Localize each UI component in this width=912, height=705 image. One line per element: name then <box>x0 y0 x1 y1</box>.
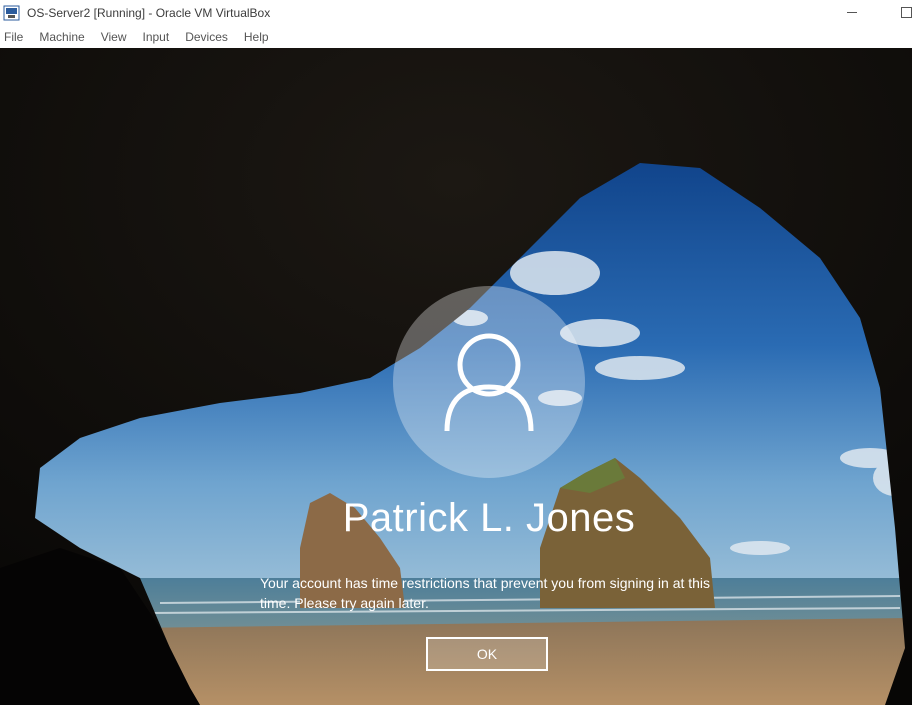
maximize-button[interactable] <box>874 0 912 25</box>
user-icon <box>444 333 534 432</box>
menu-help[interactable]: Help <box>240 30 277 44</box>
virtualbox-icon <box>3 4 21 22</box>
title-bar: OS-Server2 [Running] - Oracle VM Virtual… <box>0 0 912 25</box>
minimize-button[interactable] <box>830 0 874 25</box>
user-name: Patrick L. Jones <box>342 496 636 540</box>
virtualbox-window: OS-Server2 [Running] - Oracle VM Virtual… <box>0 0 912 705</box>
menu-bar: File Machine View Input Devices Help <box>0 25 912 48</box>
user-avatar <box>393 286 585 478</box>
menu-file[interactable]: File <box>0 30 31 44</box>
ok-button[interactable]: OK <box>426 637 548 671</box>
vm-screen[interactable]: Patrick L. Jones Your account has time r… <box>0 48 912 705</box>
sign-in-error-message: Your account has time restrictions that … <box>260 575 711 611</box>
minimize-icon <box>847 12 857 13</box>
window-title: OS-Server2 [Running] - Oracle VM Virtual… <box>27 5 271 20</box>
menu-machine[interactable]: Machine <box>35 30 92 44</box>
menu-devices[interactable]: Devices <box>181 30 236 44</box>
window-controls <box>830 0 912 25</box>
menu-input[interactable]: Input <box>139 30 178 44</box>
menu-view[interactable]: View <box>97 30 135 44</box>
maximize-icon <box>901 7 912 18</box>
